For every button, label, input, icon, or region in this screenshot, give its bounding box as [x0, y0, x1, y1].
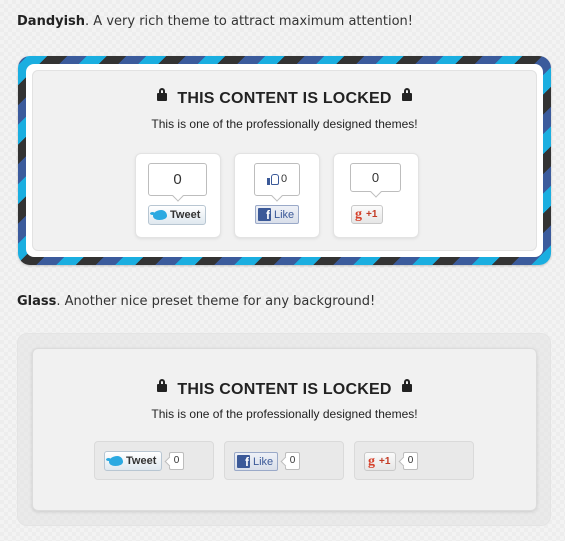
facebook-f-icon: f [237, 455, 250, 468]
locked-title-text: THIS CONTENT IS LOCKED [177, 90, 392, 107]
facebook-count: 0 [280, 173, 288, 185]
locked-message: This is one of the professionally design… [151, 117, 418, 131]
glass-caption: Glass. Another nice preset theme for any… [17, 294, 375, 309]
tweet-button[interactable]: Tweet [148, 205, 207, 225]
google-count-bubble: 0 [350, 163, 401, 192]
locked-title-text: THIS CONTENT IS LOCKED [177, 381, 392, 398]
facebook-share-card: f Like 0 [224, 441, 344, 480]
locked-title: THIS CONTENT IS LOCKED [33, 379, 536, 399]
facebook-like-button[interactable]: f Like [255, 205, 300, 224]
twitter-count-bubble: 0 [148, 163, 207, 196]
thumbs-up-icon [266, 173, 279, 185]
google-g-icon: g [368, 453, 375, 469]
google-plus-one-label: +1 [379, 456, 391, 467]
lock-icon [157, 379, 168, 393]
lock-icon [401, 88, 412, 102]
google-plus-one-button[interactable]: g +1 [351, 205, 384, 224]
tweet-button[interactable]: Tweet [104, 451, 163, 471]
facebook-f-icon: f [258, 208, 271, 221]
facebook-count-bubble: 0 [254, 163, 300, 196]
dandyish-inner-border: THIS CONTENT IS LOCKED This is one of th… [26, 64, 543, 257]
dandyish-panel: THIS CONTENT IS LOCKED This is one of th… [32, 70, 537, 251]
glass-caption-text: . Another nice preset theme for any back… [56, 294, 376, 309]
dandyish-theme-name: Dandyish [17, 14, 86, 29]
tweet-button-label: Tweet [126, 455, 157, 467]
facebook-share-card: 0 f Like [234, 153, 320, 238]
dandyish-caption: Dandyish. A very rich theme to attract m… [17, 14, 413, 29]
glass-theme-name: Glass [17, 294, 57, 309]
facebook-like-button[interactable]: f Like [234, 452, 279, 471]
twitter-bird-icon [150, 210, 167, 220]
tweet-button-label: Tweet [170, 209, 201, 221]
dandyish-locker: THIS CONTENT IS LOCKED This is one of th… [18, 56, 551, 265]
locked-title: THIS CONTENT IS LOCKED [32, 88, 537, 108]
glass-locker-panel: THIS CONTENT IS LOCKED This is one of th… [32, 348, 537, 511]
locked-message: This is one of the professionally design… [151, 407, 418, 421]
facebook-like-label: Like [253, 455, 274, 468]
lock-icon [401, 379, 412, 393]
google-g-icon: g [355, 206, 362, 222]
twitter-share-card: Tweet 0 [94, 441, 214, 480]
facebook-count: 0 [285, 452, 300, 470]
google-plus-one-button[interactable]: g +1 [364, 452, 397, 471]
twitter-share-card: 0 Tweet [135, 153, 221, 238]
twitter-bird-icon [106, 456, 123, 466]
google-plus-one-label: +1 [366, 209, 378, 220]
dandyish-caption-text: . A very rich theme to attract maximum a… [85, 14, 413, 29]
google-share-card: 0 g +1 [333, 153, 419, 238]
twitter-count: 0 [169, 452, 184, 470]
lock-icon [157, 88, 168, 102]
facebook-like-label: Like [274, 208, 295, 221]
google-count: 0 [403, 452, 418, 470]
google-share-card: g +1 0 [354, 441, 474, 480]
